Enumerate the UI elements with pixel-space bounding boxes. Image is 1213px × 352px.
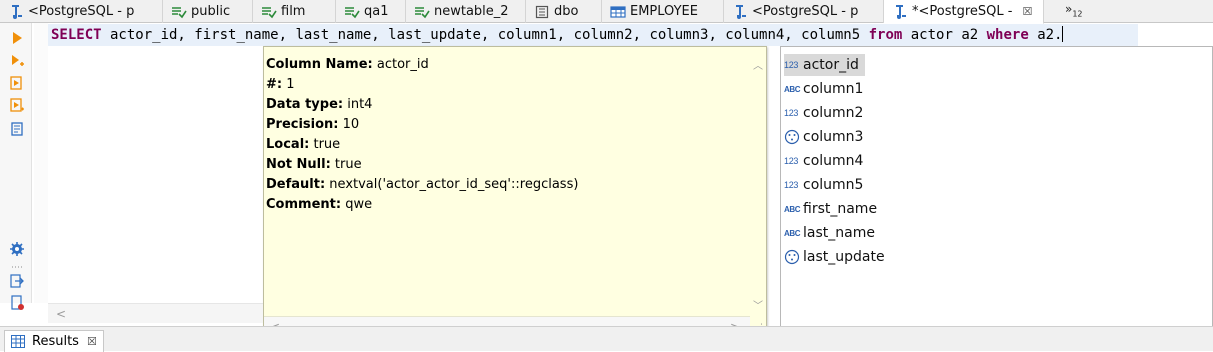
completion-item-column4[interactable]: 123 column4 — [784, 150, 869, 172]
vertical-scrollbar[interactable]: ︿ ﹀ — [749, 47, 766, 317]
completion-item-column5[interactable]: 123 column5 — [784, 174, 869, 196]
tab-results[interactable]: Results ☒ — [4, 330, 104, 352]
numeric-column-icon: 123 — [784, 156, 799, 166]
info-row-not-null: Not Null: true — [266, 157, 362, 172]
numeric-column-icon: 123 — [784, 60, 799, 70]
sql-tail: a2. — [1028, 27, 1063, 43]
tab-employee[interactable]: EMPLOYEE — [602, 0, 724, 23]
tab-label: newtable_2 — [434, 4, 509, 19]
text-column-icon: ABC — [784, 228, 801, 238]
sql-script-icon — [892, 4, 908, 20]
sql-keyword: SELECT — [51, 27, 102, 43]
tab-newtable-2[interactable]: newtable_2 — [406, 0, 526, 23]
explain-plan-icon[interactable] — [9, 121, 25, 137]
schema-icon — [344, 4, 360, 20]
other-type-column-icon — [784, 128, 802, 146]
execute-script-icon[interactable] — [9, 75, 25, 91]
completion-item-first-name[interactable]: ABC first_name — [784, 198, 883, 220]
table-icon — [610, 4, 626, 20]
close-tab-icon[interactable]: ☒ — [1022, 5, 1032, 18]
results-grid-icon — [11, 334, 27, 350]
info-row-precision: Precision: 10 — [266, 117, 360, 132]
text-cursor — [1062, 26, 1064, 42]
completion-item-last-name[interactable]: ABC last_name — [784, 222, 881, 244]
tab-postgresql-active[interactable]: *<PostgreSQL - ☒ — [884, 0, 1044, 24]
sql-table: actor a2 — [902, 27, 987, 43]
results-panel-bar: Results ☒ — [0, 326, 1213, 352]
editor-horizontal-scrollbar[interactable]: < — [48, 303, 263, 323]
execute-in-new-tab-icon[interactable] — [9, 53, 25, 69]
scroll-down-icon[interactable]: ﹀ — [753, 297, 763, 312]
sql-script-icon — [8, 4, 24, 20]
tab-dbo[interactable]: dbo — [526, 0, 602, 23]
tab-label: dbo — [554, 4, 579, 19]
tab-label: film — [281, 4, 306, 19]
info-row-position: #: 1 — [266, 77, 295, 92]
execute-statement-icon[interactable] — [9, 30, 25, 46]
completion-item-column2[interactable]: 123 column2 — [784, 102, 869, 124]
text-column-icon: ABC — [784, 204, 801, 214]
tab-overflow-button[interactable]: »12 — [1065, 2, 1083, 18]
tab-label: qa1 — [364, 4, 389, 19]
show-log-icon[interactable] — [9, 295, 25, 311]
sql-script-icon — [732, 4, 748, 20]
scroll-up-icon[interactable]: ︿ — [753, 57, 763, 72]
other-type-column-icon — [784, 248, 802, 266]
autocomplete-list: 123 actor_id ABC column1 123 column2 col… — [780, 46, 1213, 337]
editor-tab-bar: <PostgreSQL - p public film qa1 newtable… — [0, 0, 1213, 24]
tab-film[interactable]: film — [253, 0, 336, 23]
tab-postgresql-1[interactable]: <PostgreSQL - p — [0, 0, 163, 23]
schema-icon — [414, 4, 430, 20]
numeric-column-icon: 123 — [784, 180, 799, 190]
results-tab-label: Results — [32, 334, 79, 349]
completion-item-column1[interactable]: ABC column1 — [784, 78, 869, 100]
completion-item-column3[interactable]: column3 — [784, 126, 869, 148]
tab-public[interactable]: public — [163, 0, 253, 23]
info-row-column-name: Column Name: actor_id — [266, 57, 429, 72]
tab-qa1[interactable]: qa1 — [336, 0, 406, 23]
info-row-data-type: Data type: int4 — [266, 97, 373, 112]
completion-item-last-update[interactable]: last_update — [784, 246, 891, 268]
info-row-default: Default: nextval('actor_actor_id_seq'::r… — [266, 177, 579, 192]
column-info-content: Column Name: actor_id #: 1 Data type: in… — [266, 55, 578, 215]
editor-ruler — [34, 23, 48, 303]
execute-script-new-tab-icon[interactable] — [9, 97, 25, 113]
tab-label: <PostgreSQL - p — [28, 4, 135, 19]
completion-item-actor-id[interactable]: 123 actor_id — [784, 54, 865, 76]
close-results-icon[interactable]: ☒ — [87, 335, 97, 348]
schema-icon — [171, 4, 187, 20]
info-row-local: Local: true — [266, 137, 341, 152]
sql-columns: actor_id, first_name, last_name, last_up… — [101, 27, 869, 43]
numeric-column-icon: 123 — [784, 108, 799, 118]
sql-keyword: where — [986, 27, 1029, 43]
database-icon — [534, 4, 550, 20]
sql-editor-line[interactable]: SELECT actor_id, first_name, last_name, … — [48, 24, 1138, 46]
tab-label: public — [191, 4, 231, 19]
info-row-comment: Comment: qwe — [266, 197, 373, 212]
scroll-left-icon[interactable]: < — [56, 307, 66, 321]
editor-side-toolbar — [0, 23, 32, 310]
tab-label: <PostgreSQL - p — [752, 4, 859, 19]
column-info-popup: Column Name: actor_id #: 1 Data type: in… — [263, 46, 767, 337]
export-icon[interactable] — [9, 273, 25, 289]
tab-label: EMPLOYEE — [630, 4, 698, 19]
tab-postgresql-2[interactable]: <PostgreSQL - p — [724, 0, 884, 23]
hidden-tab-count: 12 — [1072, 9, 1083, 19]
settings-gear-icon[interactable] — [9, 241, 25, 257]
text-column-icon: ABC — [784, 84, 801, 94]
tab-label: *<PostgreSQL - — [912, 4, 1013, 19]
sql-keyword: from — [868, 27, 903, 43]
schema-icon — [261, 4, 277, 20]
